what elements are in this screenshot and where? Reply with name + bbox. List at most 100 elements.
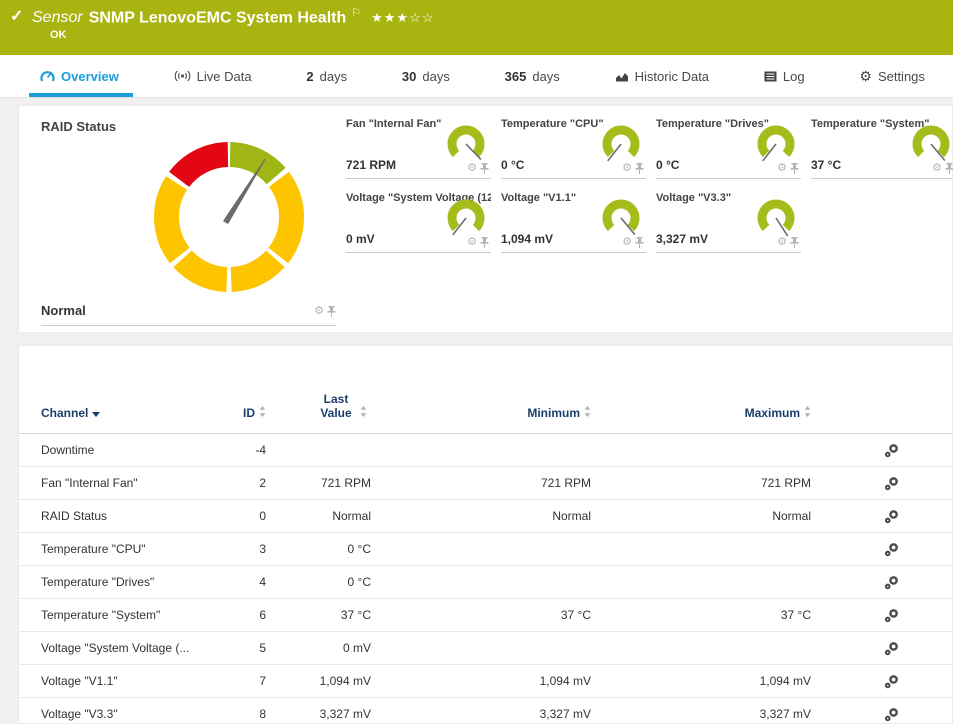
tab-overview[interactable]: Overview <box>40 55 119 97</box>
gauge-value: 3,327 mV <box>656 232 708 246</box>
channel-minimum <box>394 632 614 665</box>
sensor-status: OK <box>50 29 67 41</box>
tab-log[interactable]: Log <box>764 55 805 97</box>
channel-id: 0 <box>219 500 289 533</box>
gear-icon[interactable]: ⚙ <box>777 237 787 248</box>
channel-last-value: 3,327 mV <box>289 698 394 724</box>
channel-name: Downtime <box>19 434 219 467</box>
priority-stars[interactable]: ★★★☆☆ <box>371 10 434 25</box>
edit-channel-icon[interactable] <box>884 542 899 557</box>
gauges-panel: RAID Status Normal ⚙ Fan "Internal Fan" <box>18 105 953 333</box>
gauge-title: RAID Status <box>41 119 336 134</box>
gauge-dial <box>753 125 799 167</box>
gauge-value: 0 mV <box>346 232 375 246</box>
edit-channel-icon[interactable] <box>884 509 899 524</box>
edit-channel-icon[interactable] <box>884 608 899 623</box>
table-row-fan-internal-fan: Fan "Internal Fan" 2 721 RPM 721 RPM 721… <box>19 467 953 500</box>
flag-icon[interactable]: ⚐ <box>351 7 361 19</box>
gear-icon[interactable]: ⚙ <box>467 163 477 174</box>
gear-icon: ⚙ <box>859 69 872 83</box>
gear-icon[interactable]: ⚙ <box>467 237 477 248</box>
channel-name: Voltage "V3.3" <box>19 698 219 724</box>
chevron-down-icon <box>92 412 100 417</box>
edit-channel-icon[interactable] <box>884 674 899 689</box>
pin-icon[interactable] <box>790 237 799 248</box>
tab-label: days <box>532 69 559 84</box>
tab-number: 30 <box>402 69 416 84</box>
channel-last-value: 37 °C <box>289 599 394 632</box>
gauge-dial <box>443 125 489 167</box>
channel-minimum: 37 °C <box>394 599 614 632</box>
channel-maximum: 721 RPM <box>614 467 834 500</box>
gear-icon[interactable]: ⚙ <box>622 163 632 174</box>
tab-2-days[interactable]: 2 days <box>306 55 347 97</box>
tab-365-days[interactable]: 365 days <box>505 55 560 97</box>
edit-channel-icon[interactable] <box>884 443 899 458</box>
edit-channel-icon[interactable] <box>884 575 899 590</box>
edit-channel-icon[interactable] <box>884 641 899 656</box>
gear-icon[interactable]: ⚙ <box>777 163 787 174</box>
gear-icon[interactable]: ⚙ <box>932 163 942 174</box>
channel-minimum <box>394 566 614 599</box>
table-header-row: Channel ID Last Value Minimum Maximum <box>19 346 953 434</box>
pin-icon[interactable] <box>635 163 644 174</box>
edit-channel-icon[interactable] <box>884 707 899 722</box>
pin-icon[interactable] <box>327 306 336 317</box>
column-header-minimum[interactable]: Minimum <box>394 346 614 434</box>
sort-icon <box>804 406 811 417</box>
pin-icon[interactable] <box>790 163 799 174</box>
title-line: SensorSNMP LenovoEMC System Health⚐★★★☆☆ <box>32 6 434 27</box>
gauge-value: 1,094 mV <box>501 232 553 246</box>
channel-name: Temperature "System" <box>19 599 219 632</box>
sort-icon <box>259 406 266 417</box>
channel-last-value: 721 RPM <box>289 467 394 500</box>
tab-historic-data[interactable]: Historic Data <box>615 55 709 97</box>
channel-minimum: 1,094 mV <box>394 665 614 698</box>
gauge-cell-fan-internal-fan: Fan "Internal Fan" 721 RPM ⚙ <box>346 113 491 179</box>
gauge-value: 0 °C <box>656 158 679 172</box>
pin-icon[interactable] <box>945 163 953 174</box>
stars-filled[interactable]: ★★★ <box>371 10 409 25</box>
gauge-cell-voltage-v11: Voltage "V1.1" 1,094 mV ⚙ <box>501 187 646 253</box>
column-label: Channel <box>41 406 88 420</box>
stars-empty[interactable]: ☆☆ <box>409 10 434 25</box>
channel-last-value: Normal <box>289 500 394 533</box>
channel-last-value: 0 °C <box>289 533 394 566</box>
sort-icon <box>360 406 367 417</box>
gear-icon[interactable]: ⚙ <box>622 237 632 248</box>
column-header-last-value[interactable]: Last Value <box>289 346 394 434</box>
channel-id: 3 <box>219 533 289 566</box>
column-header-id[interactable]: ID <box>219 346 289 434</box>
raid-gauge-dial <box>149 137 309 297</box>
table-row-downtime: Downtime -4 <box>19 434 953 467</box>
check-icon: ✓ <box>10 6 23 26</box>
pin-icon[interactable] <box>480 237 489 248</box>
gauge-dial <box>908 125 953 167</box>
gauge-value: 721 RPM <box>346 158 396 172</box>
channel-maximum <box>614 533 834 566</box>
channel-maximum: 1,094 mV <box>614 665 834 698</box>
small-gauges-grid: Fan "Internal Fan" 721 RPM ⚙ Temperature… <box>346 113 953 253</box>
column-header-channel[interactable]: Channel <box>19 346 219 434</box>
channel-id: 6 <box>219 599 289 632</box>
channel-name: Fan "Internal Fan" <box>19 467 219 500</box>
column-label: ID <box>243 406 255 420</box>
edit-channel-icon[interactable] <box>884 476 899 491</box>
table-row-temperature-drives: Temperature "Drives" 4 0 °C <box>19 566 953 599</box>
pin-icon[interactable] <box>635 237 644 248</box>
tab-30-days[interactable]: 30 days <box>402 55 450 97</box>
tab-live-data[interactable]: Live Data <box>174 55 252 97</box>
tab-label: Historic Data <box>635 69 709 84</box>
channel-last-value: 0 °C <box>289 566 394 599</box>
table-row-voltage-system: Voltage "System Voltage (... 5 0 mV <box>19 632 953 665</box>
channel-name: Voltage "V1.1" <box>19 665 219 698</box>
gauge-cell-voltage-v33: Voltage "V3.3" 3,327 mV ⚙ <box>656 187 801 253</box>
column-header-maximum[interactable]: Maximum <box>614 346 834 434</box>
channel-id: -4 <box>219 434 289 467</box>
tab-settings[interactable]: ⚙ Settings <box>859 55 925 97</box>
gear-icon[interactable]: ⚙ <box>314 306 324 317</box>
channel-maximum: 37 °C <box>614 599 834 632</box>
table-row-temperature-system: Temperature "System" 6 37 °C 37 °C 37 °C <box>19 599 953 632</box>
channel-table-panel: Channel ID Last Value Minimum Maximum <box>18 345 953 724</box>
pin-icon[interactable] <box>480 163 489 174</box>
